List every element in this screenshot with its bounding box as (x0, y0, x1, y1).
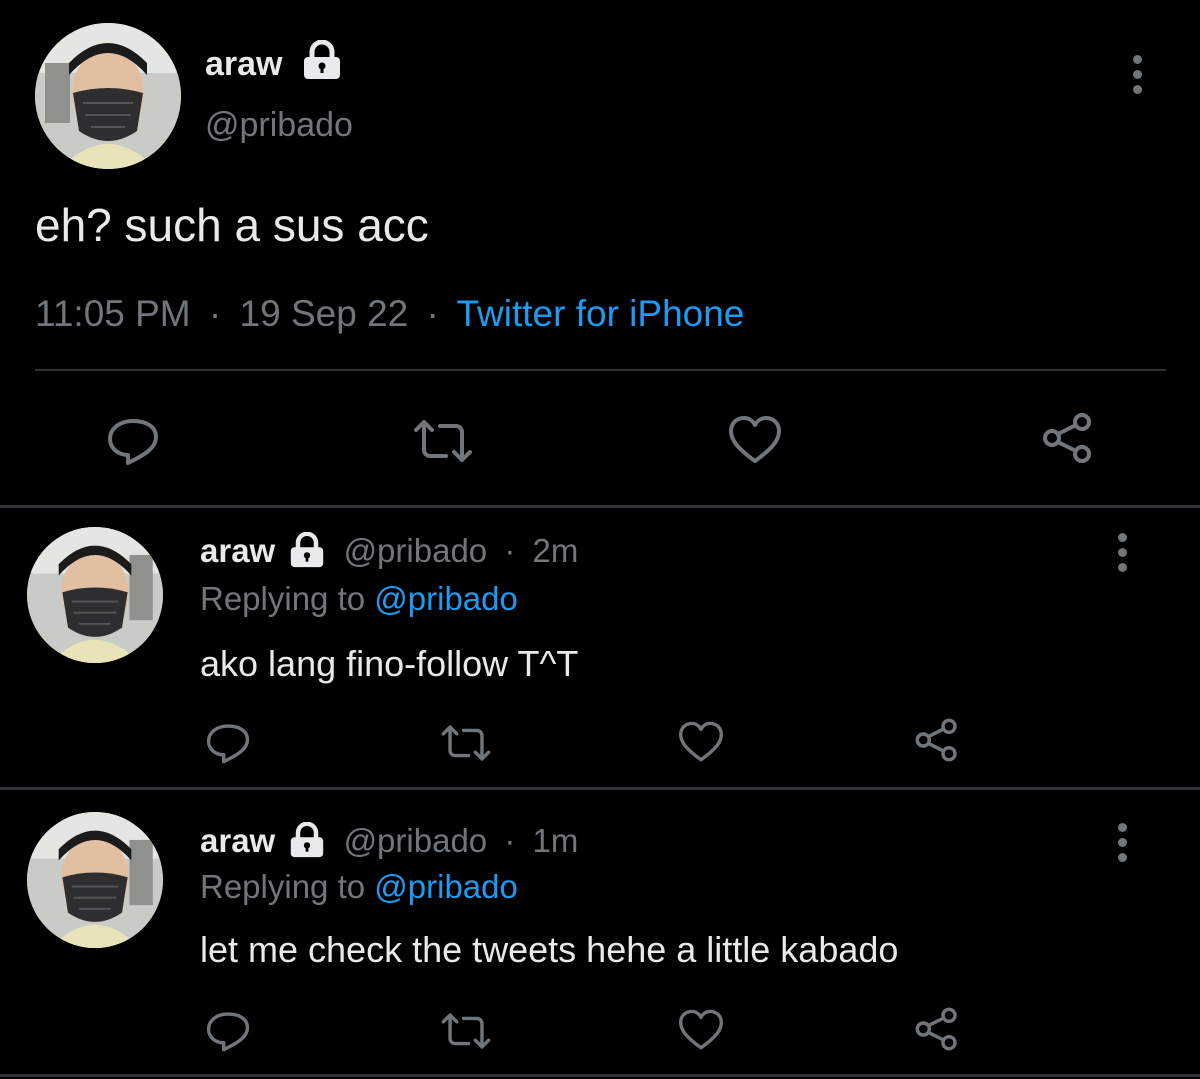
replying-to-label: Replying to (200, 580, 366, 617)
tweet-text: eh? such a sus acc (35, 199, 429, 251)
share-icon[interactable] (913, 1005, 961, 1053)
handle[interactable]: @pribado (344, 822, 488, 859)
like-icon[interactable] (677, 720, 725, 764)
tweet-meta: 11:05 PM · 19 Sep 22 · Twitter for iPhon… (35, 293, 744, 335)
handle[interactable]: @pribado (344, 532, 488, 569)
avatar[interactable] (27, 527, 163, 663)
reply-icon[interactable] (105, 415, 161, 467)
display-name[interactable]: araw (200, 532, 275, 569)
section-divider (0, 787, 1200, 790)
meta-divider (35, 369, 1166, 371)
reply-age: 1m (532, 822, 579, 859)
replying-to: Replying to @pribado (200, 868, 518, 906)
reply-age: 2m (532, 532, 579, 569)
tweet-date: 19 Sep 22 (239, 293, 409, 334)
meta-separator: · (208, 293, 222, 334)
reply-header: araw @pribado · 1m (200, 821, 579, 860)
replying-to-label: Replying to (200, 868, 366, 905)
more-icon[interactable] (1130, 55, 1144, 100)
display-name[interactable]: araw (200, 822, 275, 859)
reply-text: ako lang fino-follow T^T (200, 643, 579, 684)
tweet-source-link[interactable]: Twitter for iPhone (456, 293, 744, 334)
avatar[interactable] (35, 23, 181, 169)
display-name-text[interactable]: araw (205, 45, 283, 83)
retweet-icon[interactable] (410, 416, 476, 466)
like-icon[interactable] (677, 1008, 725, 1052)
share-icon[interactable] (913, 716, 961, 764)
meta-separator: · (426, 293, 439, 334)
retweet-icon[interactable] (438, 722, 494, 764)
lock-icon (286, 821, 328, 858)
more-icon[interactable] (1115, 533, 1129, 578)
tweet-time: 11:05 PM (35, 293, 191, 334)
reply-icon[interactable] (204, 721, 252, 765)
reply-text: let me check the tweets hehe a little ka… (200, 929, 899, 970)
section-divider (0, 1074, 1200, 1077)
handle[interactable]: @pribado (205, 106, 353, 145)
meta-separator: · (504, 532, 516, 569)
display-name[interactable]: araw (205, 45, 283, 84)
share-icon[interactable] (1040, 410, 1096, 466)
section-divider (0, 505, 1200, 508)
reply-icon[interactable] (204, 1009, 252, 1053)
lock-icon (300, 40, 344, 80)
meta-separator: · (504, 822, 516, 859)
replying-to-link[interactable]: @pribado (374, 868, 518, 905)
more-icon[interactable] (1115, 823, 1129, 868)
lock-icon (286, 531, 328, 568)
like-icon[interactable] (727, 414, 783, 466)
replying-to: Replying to @pribado (200, 580, 518, 618)
replying-to-link[interactable]: @pribado (374, 580, 518, 617)
reply-header: araw @pribado · 2m (200, 531, 579, 570)
retweet-icon[interactable] (438, 1010, 494, 1052)
avatar[interactable] (27, 812, 163, 948)
